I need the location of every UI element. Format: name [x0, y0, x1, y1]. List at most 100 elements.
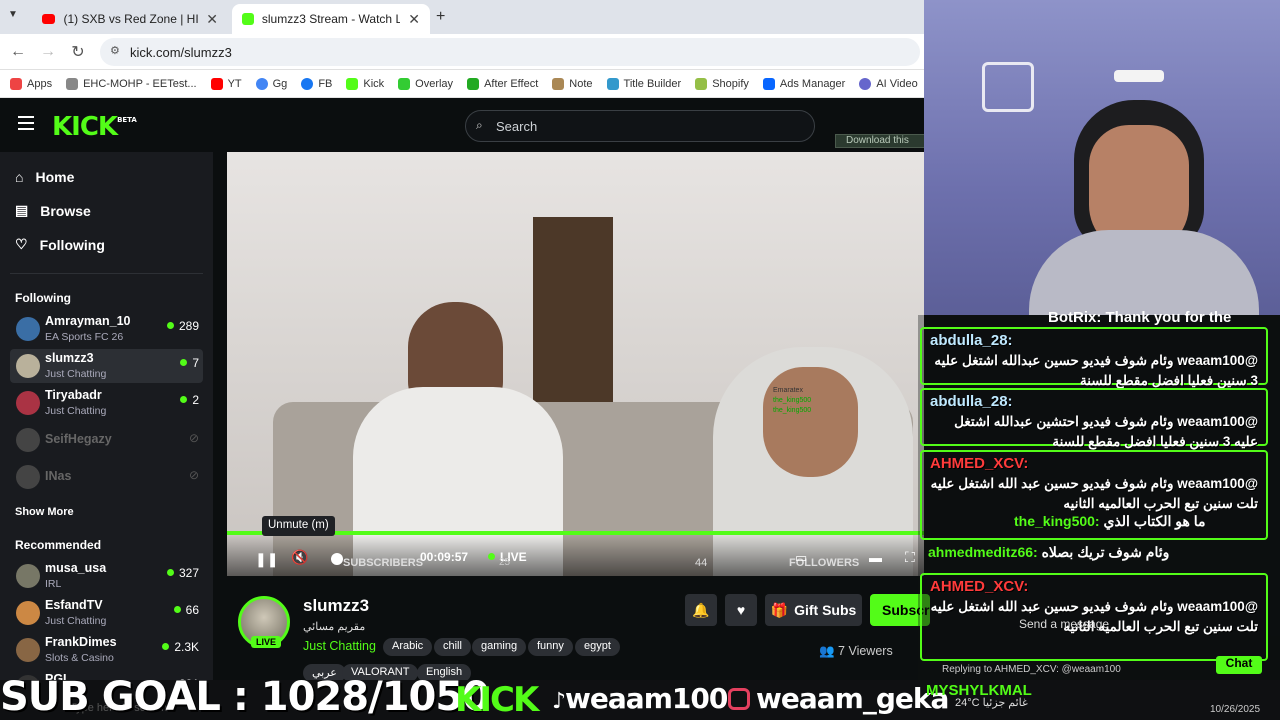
kick-favicon-icon [242, 13, 254, 25]
following-section-title: Following [15, 291, 71, 305]
bookmark-item[interactable]: Shopify [695, 77, 749, 90]
bookmark-item[interactable]: Note [552, 77, 593, 90]
sidebar-channel[interactable]: FrankDimes Slots & Casino 2.3K [10, 633, 203, 667]
tag[interactable]: chill [434, 638, 471, 656]
bookmark-item[interactable]: YT [210, 77, 242, 90]
follow-heart-button[interactable]: ♥ [725, 594, 757, 626]
bookmark-item[interactable]: Ads Manager [762, 77, 845, 90]
bookmark-item[interactable]: EHC-MOHP - EETest... [66, 77, 197, 90]
download-banner[interactable]: Download this [835, 134, 925, 148]
taskbar-date: 10/26/2025 [1210, 704, 1261, 715]
pause-icon[interactable]: ❚❚ [255, 551, 278, 568]
ai-video-icon [859, 77, 872, 90]
ceiling-light [1114, 70, 1164, 82]
sidebar-channel[interactable]: EsfandTV Just Chatting 66 [10, 596, 203, 630]
sidebar-channel-selected[interactable]: slumzz3 Just Chatting 7 [10, 349, 203, 383]
offline-icon: ⊘ [188, 468, 199, 482]
bookmark-item[interactable]: AI Video [859, 77, 918, 90]
bell-icon: 🔔 [692, 601, 710, 618]
nav-label: Browse [40, 202, 91, 219]
chat-text: @weaam100 وئام شوف فيديو احتشين عبدالله … [954, 414, 1258, 449]
tab-list-chevron-icon[interactable]: ▼ [8, 9, 24, 25]
sidebar-channel[interactable]: musa_usa IRL 327 [10, 559, 203, 593]
bookmark-item[interactable]: Title Builder [606, 77, 681, 90]
channel-name: Tiryabadr [45, 388, 102, 402]
tag[interactable]: Arabic [383, 638, 433, 656]
chat-partial-message: BotRix: Thank you for the [1048, 309, 1232, 326]
sidebar-channel-offline[interactable]: INas ⊘ [10, 460, 203, 494]
tag[interactable]: gaming [472, 638, 527, 656]
reload-icon[interactable]: ↻ [68, 42, 88, 62]
channel-name: musa_usa [45, 561, 107, 575]
theater-mode-icon[interactable]: ▬ [869, 550, 882, 565]
webcam-overlay [924, 0, 1280, 315]
new-tab-plus-icon[interactable]: + [436, 8, 445, 26]
divider [10, 273, 203, 274]
browse-icon: ▤ [15, 202, 29, 218]
bookmark-item[interactable]: Kick [346, 77, 384, 90]
bookmark-item[interactable]: Apps [10, 77, 52, 90]
chat-message-input[interactable]: Send a message [1013, 613, 1253, 637]
bookmark-label: After Effect [484, 77, 539, 90]
miniplayer-icon[interactable]: ▭ [795, 550, 807, 566]
bookmarks-bar: Apps EHC-MOHP - EETest... YT Gg FB Kick … [0, 70, 924, 98]
kick-header: KICKBETA ⌕ Search Download this [0, 98, 925, 152]
chat-send-button[interactable]: Chat [1216, 656, 1262, 674]
sidebar-channel[interactable]: Amrayman_10 EA Sports FC 26 289 [10, 312, 203, 346]
sidebar-channel-offline[interactable]: SeifHegazy ⊘ [10, 423, 203, 457]
muted-speaker-icon[interactable]: 🔇 [291, 549, 308, 566]
title-builder-icon [606, 77, 619, 90]
avatar [16, 465, 40, 489]
hamburger-menu-icon[interactable] [18, 116, 34, 130]
stream-category[interactable]: Just Chatting [303, 639, 376, 653]
site-info-icon[interactable]: ⚙ [110, 44, 120, 57]
avatar [16, 317, 40, 341]
nav-browse[interactable]: ▤ Browse [15, 202, 91, 219]
bookmark-item[interactable]: Gg [255, 77, 287, 90]
tag[interactable]: funny [528, 638, 573, 656]
live-dot-icon [173, 606, 181, 613]
bookmark-label: AI Video [876, 77, 918, 90]
nav-home[interactable]: ⌂ Home [15, 169, 74, 185]
bookmark-label: FB [318, 77, 333, 90]
heart-icon: ♥ [736, 602, 746, 618]
facebook-icon [301, 77, 314, 90]
tab-youtube[interactable]: (1) SXB vs Red Zone | HIGHLIGHTS ✕ [32, 4, 228, 34]
bookmark-item[interactable]: FB [301, 77, 333, 90]
bookmark-label: YT [227, 77, 242, 90]
gift-icon: 🎁 [770, 601, 789, 618]
video-player[interactable]: Emaratex the_king500 the_king500 [213, 152, 924, 576]
chat-message: abdulla_28: @weaam100 وئام شوف فيديو حسي… [920, 327, 1268, 388]
bookmark-item[interactable]: After Effect [467, 77, 539, 90]
channel-category: Just Chatting [45, 405, 107, 417]
nav-following[interactable]: ♡ Following [15, 236, 105, 253]
video-chat-overlay: Emaratex the_king500 the_king500 [773, 387, 812, 414]
address-bar-row: ← → ↻ ⚙ kick.com/slumzz3 [0, 34, 924, 70]
kick-logo[interactable]: KICKBETA [52, 112, 137, 142]
sidebar-channel[interactable]: Tiryabadr Just Chatting 2 [10, 386, 203, 420]
viewer-count: 66 [173, 603, 199, 617]
streamer-name[interactable]: slumzz3 [303, 596, 369, 616]
tab-kick[interactable]: slumzz3 Stream - Watch Live on Kick ✕ [232, 4, 430, 34]
url-field[interactable]: ⚙ kick.com/slumzz3 [100, 38, 920, 66]
notification-bell-button[interactable]: 🔔 [685, 594, 717, 626]
chat-message: the_king500: ما هو الكتاب الذي [1014, 513, 1206, 530]
forward-arrow-icon[interactable]: → [38, 42, 58, 62]
viewer-count: 👥 7 Viewers [819, 644, 893, 658]
browser-tab-bar: ▼ (1) SXB vs Red Zone | HIGHLIGHTS ✕ slu… [0, 0, 924, 34]
viewer-count: 327 [166, 566, 199, 580]
gift-subs-button[interactable]: 🎁 Gift Subs [765, 594, 862, 626]
live-dot-icon [488, 553, 495, 560]
close-tab-icon[interactable]: ✕ [206, 11, 218, 28]
tag[interactable]: egypt [575, 638, 620, 656]
close-tab-icon[interactable]: ✕ [408, 11, 420, 28]
back-arrow-icon[interactable]: ← [8, 42, 28, 62]
show-more-link[interactable]: Show More [15, 506, 74, 518]
stream-overlay-bar: Type here to search SUB GOAL : 1028/1050… [0, 680, 1280, 720]
replying-to-text: Replying to AHMED_XCV: @weaam100 [942, 664, 1121, 675]
bookmark-label: EHC-MOHP - EETest... [83, 77, 197, 90]
volume-slider-handle[interactable] [331, 553, 343, 565]
bookmark-item[interactable]: Overlay [398, 77, 453, 90]
fullscreen-icon[interactable]: ⛶ [905, 549, 915, 566]
search-input[interactable]: ⌕ Search [465, 110, 815, 142]
